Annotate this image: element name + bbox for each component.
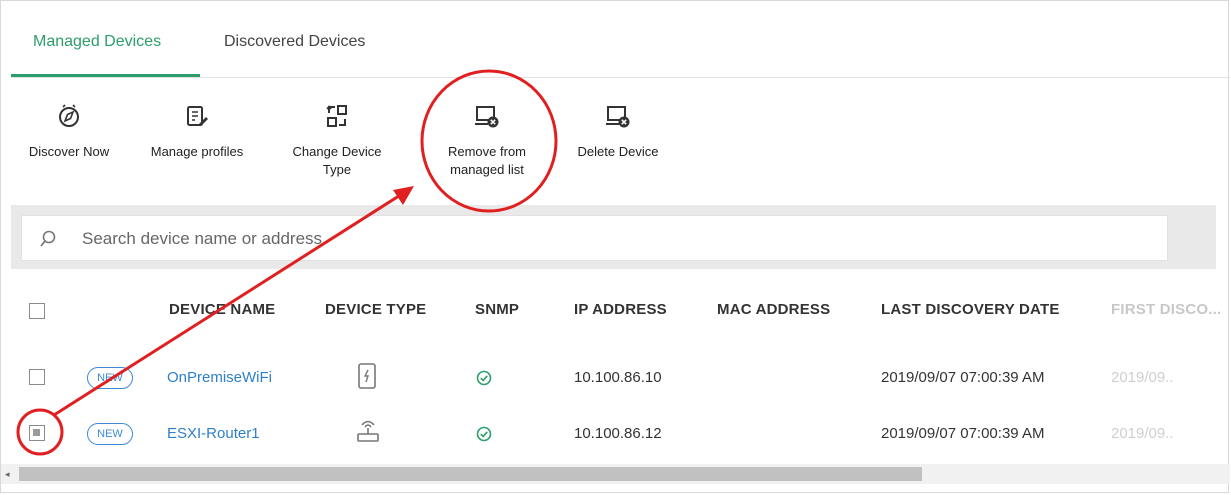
swap-device-icon xyxy=(326,105,347,127)
tab-discovered-devices[interactable]: Discovered Devices xyxy=(224,33,365,51)
manage-profiles-label: Manage profiles xyxy=(150,144,244,159)
device-name-link[interactable]: OnPremiseWiFi xyxy=(167,369,272,386)
last-discovery-cell: 2019/09/07 07:00:39 AM xyxy=(881,425,1045,442)
column-header-device-name[interactable]: DEVICE NAME xyxy=(169,301,275,318)
ip-address-cell: 10.100.86.10 xyxy=(574,369,662,386)
remove-label-line1: Remove from xyxy=(447,144,527,159)
search-field-container xyxy=(21,215,1168,261)
search-bar xyxy=(11,205,1216,269)
active-tab-indicator xyxy=(11,74,200,77)
main-panel: Managed Devices Discovered Devices Disco… xyxy=(0,0,1230,493)
column-header-last-discovery-date[interactable]: LAST DISCOVERY DATE xyxy=(881,301,1060,318)
remove-from-managed-list-label: Remove from managed list xyxy=(448,144,526,177)
row-checkbox[interactable] xyxy=(29,369,45,385)
scroll-left-arrow-icon[interactable]: ◂ xyxy=(5,469,10,480)
search-icon xyxy=(40,230,56,247)
first-discovery-cell: 2019/09.. xyxy=(1111,425,1174,442)
remove-from-managed-list-button[interactable]: Remove from managed list xyxy=(429,103,545,179)
column-header-device-type[interactable]: DEVICE TYPE xyxy=(325,301,426,318)
compass-icon xyxy=(59,104,79,127)
ip-address-cell: 10.100.86.12 xyxy=(574,425,662,442)
manage-profiles-button[interactable]: Manage profiles xyxy=(135,103,259,161)
discover-now-label: Discover Now xyxy=(28,144,110,159)
tablet-icon xyxy=(358,363,376,389)
first-discovery-cell: 2019/09.. xyxy=(1111,369,1174,386)
delete-device-button[interactable]: Delete Device xyxy=(563,103,673,161)
clipboard-edit-icon xyxy=(187,106,208,126)
column-header-first-discovery-date[interactable]: FIRST DISCO... xyxy=(1111,301,1221,318)
search-input[interactable] xyxy=(80,224,684,254)
row-checkbox[interactable] xyxy=(29,425,45,441)
last-discovery-cell: 2019/09/07 07:00:39 AM xyxy=(881,369,1045,386)
discover-now-button[interactable]: Discover Now xyxy=(15,103,123,161)
remove-label-line2: managed list xyxy=(450,162,524,177)
device-name-link[interactable]: ESXI-Router1 xyxy=(167,425,260,442)
select-all-checkbox[interactable] xyxy=(29,303,45,319)
column-header-mac-address[interactable]: MAC ADDRESS xyxy=(717,301,830,318)
router-icon xyxy=(357,420,379,442)
change-device-type-line2: Type xyxy=(322,162,352,177)
change-device-type-label: Change Device Type xyxy=(293,144,382,177)
new-badge: NEW xyxy=(87,367,133,389)
column-header-snmp[interactable]: SNMP xyxy=(475,301,519,318)
tab-managed-devices[interactable]: Managed Devices xyxy=(33,33,161,51)
horizontal-scrollbar[interactable]: ◂ xyxy=(1,464,1230,484)
delete-device-label: Delete Device xyxy=(577,144,659,159)
scrollbar-thumb[interactable] xyxy=(19,467,922,481)
snmp-check-icon xyxy=(476,426,492,442)
tab-bar: Managed Devices Discovered Devices xyxy=(11,19,1230,78)
monitor-remove-icon xyxy=(475,106,499,128)
column-header-ip-address[interactable]: IP ADDRESS xyxy=(574,301,667,318)
snmp-check-icon xyxy=(476,370,492,386)
monitor-delete-icon xyxy=(606,106,630,128)
change-device-type-button[interactable]: Change Device Type xyxy=(271,103,403,179)
change-device-type-line1: Change Device xyxy=(292,144,382,159)
new-badge: NEW xyxy=(87,423,133,445)
